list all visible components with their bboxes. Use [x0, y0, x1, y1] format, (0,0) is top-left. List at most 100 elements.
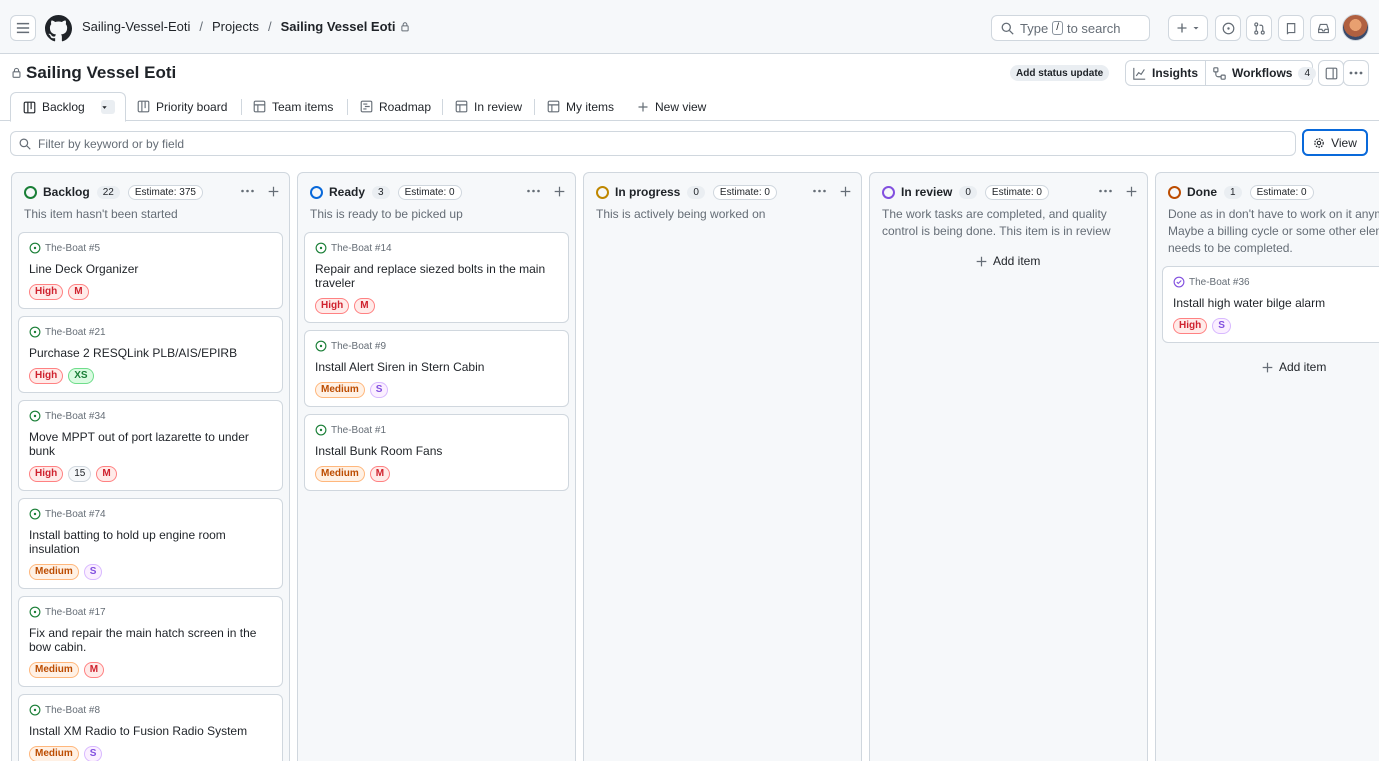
issue-reference[interactable]: The-Boat #1: [315, 424, 386, 436]
status-circle-icon: [596, 185, 609, 199]
column-menu-button[interactable]: [812, 184, 826, 198]
create-new-button[interactable]: [1168, 15, 1208, 41]
pull-requests-button[interactable]: [1246, 15, 1272, 41]
issue-reference[interactable]: The-Boat #17: [29, 606, 106, 618]
new-view-button[interactable]: New view: [637, 92, 706, 121]
card-title[interactable]: Move MPPT out of port lazarette to under…: [29, 430, 274, 458]
column-menu-button[interactable]: [240, 184, 254, 198]
column-menu-button[interactable]: [1098, 184, 1112, 198]
add-item-label: Add item: [1279, 360, 1327, 374]
workflows-count: 4: [1298, 66, 1317, 80]
tab-roadmap[interactable]: Roadmap: [360, 92, 431, 121]
item-card[interactable]: The-Boat #34 Move MPPT out of port lazare…: [18, 400, 283, 491]
item-card[interactable]: The-Boat #1 Install Bunk Room Fans Medium M: [304, 414, 569, 491]
repositories-button[interactable]: [1278, 15, 1304, 41]
issue-reference[interactable]: The-Boat #5: [29, 242, 100, 254]
plus-icon: [1262, 362, 1273, 372]
issue-open-icon: [29, 242, 41, 254]
more-options-button[interactable]: [1343, 60, 1369, 86]
tab-backlog[interactable]: Backlog: [10, 92, 126, 122]
priority-tag: High: [1173, 318, 1208, 334]
tab-in-review[interactable]: In review: [455, 92, 522, 121]
insights-button[interactable]: Insights: [1126, 61, 1205, 85]
column-add-button[interactable]: [266, 184, 280, 198]
column-menu-button[interactable]: [526, 184, 540, 198]
breadcrumb-project[interactable]: Sailing Vessel Eoti: [281, 19, 396, 34]
item-card[interactable]: The-Boat #8 Install XM Radio to Fusion Ra…: [18, 694, 283, 761]
plus-icon: [638, 102, 648, 111]
side-panel-button[interactable]: [1318, 60, 1344, 86]
item-card[interactable]: The-Boat #5 Line Deck Organizer High M: [18, 232, 283, 309]
item-card[interactable]: The-Boat #36 Install high water bilge ala…: [1162, 266, 1379, 343]
column-actions: [526, 184, 566, 198]
search-input[interactable]: Type / to search: [991, 15, 1150, 41]
tab-team-items[interactable]: Team items: [253, 92, 333, 121]
breadcrumb-projects[interactable]: Projects: [212, 19, 259, 34]
card-tags: High XS: [29, 368, 99, 384]
item-card[interactable]: The-Boat #21 Purchase 2 RESQLink PLB/AIS/…: [18, 316, 283, 393]
add-item-button[interactable]: Add item: [976, 254, 1040, 268]
issue-reference[interactable]: The-Boat #8: [29, 704, 100, 716]
issue-open-icon: [29, 326, 41, 338]
tab-label: Backlog: [42, 100, 85, 114]
global-header: Sailing-Vessel-Eoti / Projects / Sailing…: [0, 0, 1379, 54]
issue-reference[interactable]: The-Boat #14: [315, 242, 392, 254]
repo-icon: [1286, 22, 1295, 34]
roadmap-icon: [360, 100, 373, 113]
column-count: 1: [1224, 185, 1242, 199]
breadcrumb-separator: /: [267, 19, 272, 34]
issue-ref-label: The-Boat #8: [45, 704, 101, 716]
card-title[interactable]: Install Alert Siren in Stern Cabin: [315, 360, 560, 374]
card-tags: High M: [29, 284, 94, 300]
card-title[interactable]: Install high water bilge alarm: [1173, 296, 1379, 310]
tab-my-items[interactable]: My items: [547, 92, 614, 121]
breadcrumb-org[interactable]: Sailing-Vessel-Eoti: [82, 19, 190, 34]
table-icon: [253, 100, 266, 113]
issue-reference[interactable]: The-Boat #74: [29, 508, 106, 520]
page-title: Sailing Vessel Eoti: [26, 63, 177, 82]
filter-placeholder: Filter by keyword or by field: [38, 136, 185, 151]
github-logo-icon[interactable]: [45, 15, 72, 42]
priority-tag: Medium: [315, 382, 365, 398]
issue-reference[interactable]: The-Boat #21: [29, 326, 106, 338]
card-title[interactable]: Fix and repair the main hatch screen in …: [29, 626, 274, 654]
workflows-button[interactable]: Workflows 4: [1205, 61, 1323, 85]
search-prefix: Type: [1020, 20, 1049, 36]
issue-icon: [1222, 22, 1234, 34]
priority-tag: High: [29, 466, 64, 482]
item-card[interactable]: The-Boat #9 Install Alert Siren in Stern …: [304, 330, 569, 407]
priority-tag: Medium: [315, 466, 365, 482]
card-title[interactable]: Install batting to hold up engine room i…: [29, 528, 274, 556]
card-title[interactable]: Install XM Radio to Fusion Radio System: [29, 724, 274, 738]
card-title[interactable]: Purchase 2 RESQLink PLB/AIS/EPIRB: [29, 346, 274, 360]
column-add-button[interactable]: [1124, 184, 1138, 198]
tab-divider: [241, 99, 242, 115]
item-card[interactable]: The-Boat #17 Fix and repair the main hatc…: [18, 596, 283, 687]
tab-priority-board[interactable]: Priority board: [137, 92, 227, 121]
add-status-update-button[interactable]: Add status update: [1010, 65, 1110, 81]
column-add-button[interactable]: [838, 184, 852, 198]
tab-label: My items: [566, 99, 614, 114]
issues-button[interactable]: [1215, 15, 1241, 41]
issue-reference[interactable]: The-Boat #36: [1173, 276, 1250, 288]
column-actions: [1098, 184, 1138, 198]
item-card[interactable]: The-Boat #14 Repair and replace siezed bo…: [304, 232, 569, 323]
card-title[interactable]: Line Deck Organizer: [29, 262, 274, 276]
inbox-button[interactable]: [1310, 15, 1336, 41]
column-title: In review: [901, 185, 953, 199]
filter-input[interactable]: Filter by keyword or by field: [10, 131, 1296, 156]
view-options-button[interactable]: View: [1302, 129, 1368, 156]
item-card[interactable]: The-Boat #74 Install batting to hold up e…: [18, 498, 283, 589]
issue-ref-label: The-Boat #9: [331, 340, 387, 352]
issue-reference[interactable]: The-Boat #34: [29, 410, 106, 422]
card-title[interactable]: Repair and replace siezed bolts in the m…: [315, 262, 560, 290]
card-title[interactable]: Install Bunk Room Fans: [315, 444, 560, 458]
card-tags: Medium S: [29, 746, 107, 761]
column-add-button[interactable]: [552, 184, 566, 198]
table-icon: [547, 100, 560, 113]
add-item-button[interactable]: Add item: [1262, 360, 1326, 374]
issue-reference[interactable]: The-Boat #9: [315, 340, 386, 352]
menu-button[interactable]: [10, 15, 36, 41]
avatar[interactable]: [1342, 14, 1369, 41]
tab-menu-button[interactable]: [100, 100, 115, 114]
